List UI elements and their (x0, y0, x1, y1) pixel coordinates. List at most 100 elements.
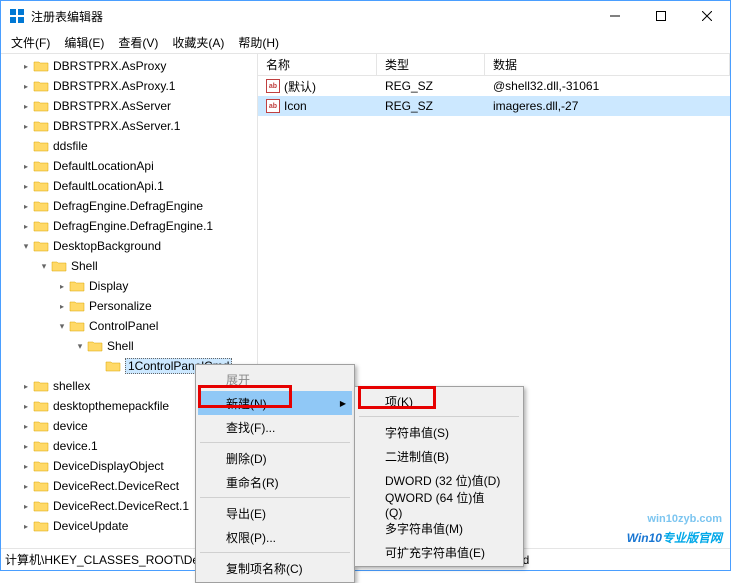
menu-separator (200, 497, 350, 498)
header-name[interactable]: 名称 (258, 54, 377, 75)
menu-delete[interactable]: 删除(D) (198, 446, 352, 470)
menu-new-expandstring[interactable]: 可扩充字符串值(E) (357, 540, 521, 564)
tree-item[interactable]: ▸ DefragEngine.DefragEngine (1, 196, 257, 216)
menu-favorites[interactable]: 收藏夹(A) (166, 32, 230, 53)
tree-label[interactable]: DesktopBackground (53, 239, 161, 253)
cell-type: REG_SZ (377, 78, 485, 94)
tree-item[interactable]: ▾ Shell (1, 256, 257, 276)
tree-item[interactable]: ▸ DBRSTPRX.AsServer (1, 96, 257, 116)
tree-item[interactable]: ▸ DefaultLocationApi (1, 156, 257, 176)
folder-icon (33, 379, 49, 393)
menu-edit[interactable]: 编辑(E) (58, 32, 110, 53)
header-type[interactable]: 类型 (377, 54, 485, 75)
tree-item[interactable]: ▸ Display (1, 276, 257, 296)
folder-icon (105, 359, 121, 373)
tree-toggle-icon[interactable]: ▸ (55, 302, 69, 311)
tree-label[interactable]: Shell (71, 259, 98, 273)
tree-toggle-icon[interactable]: ▸ (19, 202, 33, 211)
folder-icon (33, 419, 49, 433)
tree-label[interactable]: DBRSTPRX.AsServer.1 (53, 119, 180, 133)
tree-label[interactable]: DefaultLocationApi (53, 159, 154, 173)
tree-label[interactable]: Personalize (89, 299, 152, 313)
menu-help[interactable]: 帮助(H) (232, 32, 285, 53)
tree-toggle-icon[interactable]: ▸ (19, 82, 33, 91)
tree-label[interactable]: DeviceRect.DeviceRect (53, 479, 179, 493)
close-button[interactable] (684, 1, 730, 31)
tree-toggle-icon[interactable]: ▸ (19, 502, 33, 511)
tree-label[interactable]: device (53, 419, 88, 433)
tree-toggle-icon[interactable]: ▸ (19, 222, 33, 231)
menu-copy-key-name[interactable]: 复制项名称(C) (198, 556, 352, 580)
tree-label[interactable]: DefragEngine.DefragEngine.1 (53, 219, 213, 233)
menu-view[interactable]: 查看(V) (112, 32, 164, 53)
tree-toggle-icon[interactable]: ▸ (19, 102, 33, 111)
tree-label[interactable]: DeviceDisplayObject (53, 459, 164, 473)
tree-label[interactable]: DefaultLocationApi.1 (53, 179, 164, 193)
minimize-button[interactable] (592, 1, 638, 31)
listview-row[interactable]: abIconREG_SZimageres.dll,-27 (258, 96, 730, 116)
menu-file[interactable]: 文件(F) (5, 32, 56, 53)
header-data[interactable]: 数据 (485, 54, 730, 75)
menu-separator (200, 552, 350, 553)
listview-row[interactable]: ab(默认)REG_SZ@shell32.dll,-31061 (258, 76, 730, 96)
tree-item[interactable]: ▾ DesktopBackground (1, 236, 257, 256)
tree-item[interactable]: ▸ DBRSTPRX.AsProxy.1 (1, 76, 257, 96)
tree-toggle-icon[interactable]: ▸ (55, 282, 69, 291)
menu-rename[interactable]: 重命名(R) (198, 470, 352, 494)
tree-label[interactable]: device.1 (53, 439, 98, 453)
cell-name: ab(默认) (258, 77, 377, 96)
tree-item[interactable]: ▸ DBRSTPRX.AsServer.1 (1, 116, 257, 136)
tree-item[interactable]: ▸ DBRSTPRX.AsProxy (1, 56, 257, 76)
tree-toggle-icon[interactable]: ▸ (19, 442, 33, 451)
tree-toggle-icon[interactable]: ▸ (19, 482, 33, 491)
tree-toggle-icon[interactable]: ▾ (73, 341, 87, 352)
tree-item[interactable]: ddsfile (1, 136, 257, 156)
tree-item[interactable]: ▸ DefaultLocationApi.1 (1, 176, 257, 196)
tree-toggle-icon[interactable]: ▸ (19, 422, 33, 431)
tree-label[interactable]: DeviceUpdate (53, 519, 128, 533)
tree-item[interactable]: ▸ Personalize (1, 296, 257, 316)
tree-label[interactable]: ControlPanel (89, 319, 158, 333)
tree-label[interactable]: DBRSTPRX.AsProxy.1 (53, 79, 175, 93)
tree-label[interactable]: ddsfile (53, 139, 88, 153)
tree-label[interactable]: Display (89, 279, 128, 293)
menu-new-multistring[interactable]: 多字符串值(M) (357, 516, 521, 540)
tree-toggle-icon[interactable]: ▸ (19, 402, 33, 411)
tree-toggle-icon[interactable]: ▸ (19, 382, 33, 391)
menu-new-binary[interactable]: 二进制值(B) (357, 444, 521, 468)
tree-toggle-icon[interactable]: ▸ (19, 522, 33, 531)
menu-find[interactable]: 查找(F)... (198, 415, 352, 439)
folder-icon (33, 99, 49, 113)
menu-new-qword[interactable]: QWORD (64 位)值(Q) (357, 492, 521, 516)
tree-label[interactable]: DeviceRect.DeviceRect.1 (53, 499, 189, 513)
tree-label[interactable]: DBRSTPRX.AsServer (53, 99, 171, 113)
tree-toggle-icon[interactable]: ▸ (19, 182, 33, 191)
context-menu-tree: 展开 新建(N) 查找(F)... 删除(D) 重命名(R) 导出(E) 权限(… (195, 364, 355, 583)
menu-permissions[interactable]: 权限(P)... (198, 525, 352, 549)
folder-icon (69, 279, 85, 293)
tree-item[interactable]: ▾ Shell (1, 336, 257, 356)
menu-export[interactable]: 导出(E) (198, 501, 352, 525)
menu-new[interactable]: 新建(N) (198, 391, 352, 415)
tree-label[interactable]: Shell (107, 339, 134, 353)
tree-toggle-icon[interactable]: ▸ (19, 122, 33, 131)
folder-icon (33, 139, 49, 153)
maximize-button[interactable] (638, 1, 684, 31)
tree-label[interactable]: DefragEngine.DefragEngine (53, 199, 203, 213)
menu-new-string[interactable]: 字符串值(S) (357, 420, 521, 444)
tree-toggle-icon[interactable]: ▾ (55, 321, 69, 332)
tree-label[interactable]: shellex (53, 379, 90, 393)
tree-item[interactable]: ▾ ControlPanel (1, 316, 257, 336)
tree-toggle-icon[interactable]: ▸ (19, 62, 33, 71)
tree-toggle-icon[interactable]: ▸ (19, 162, 33, 171)
cell-data: imageres.dll,-27 (485, 98, 730, 114)
menu-new-key[interactable]: 项(K) (357, 389, 521, 413)
tree-item[interactable]: ▸ DefragEngine.DefragEngine.1 (1, 216, 257, 236)
tree-label[interactable]: DBRSTPRX.AsProxy (53, 59, 166, 73)
folder-icon (33, 479, 49, 493)
tree-label[interactable]: desktopthemepackfile (53, 399, 169, 413)
tree-toggle-icon[interactable]: ▾ (37, 261, 51, 272)
folder-icon (33, 119, 49, 133)
tree-toggle-icon[interactable]: ▾ (19, 241, 33, 252)
tree-toggle-icon[interactable]: ▸ (19, 462, 33, 471)
